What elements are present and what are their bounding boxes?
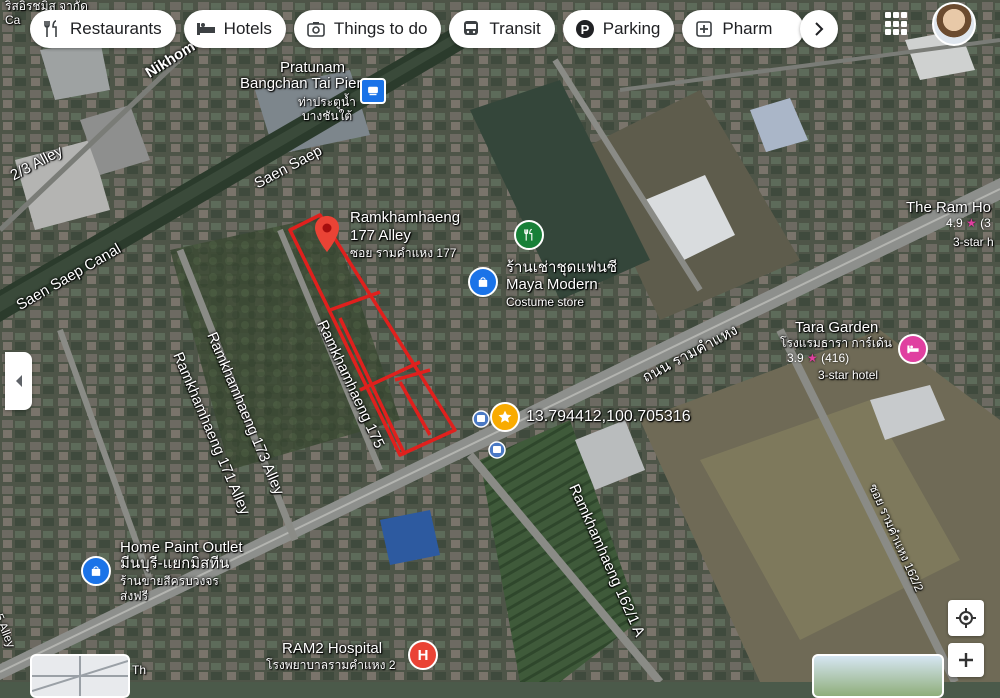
chip-parking[interactable]: P Parking <box>562 10 675 48</box>
shopping-bag-icon[interactable] <box>468 267 498 297</box>
place-ram-hotel[interactable]: The Ram Ho <box>906 199 991 217</box>
parking-icon: P <box>575 20 594 38</box>
ram-hotel-count: (3 <box>980 216 991 230</box>
shopping-bag-icon[interactable] <box>81 556 111 586</box>
hotel-pin-icon[interactable] <box>898 334 928 364</box>
svg-text:P: P <box>580 22 589 37</box>
tara-rating: 3.9 <box>787 351 804 365</box>
place-hospital[interactable]: RAM2 Hospital <box>282 640 382 658</box>
chip-things-to-do[interactable]: Things to do <box>293 10 442 48</box>
transit-stop-icon[interactable] <box>472 410 490 433</box>
my-location-button[interactable] <box>948 600 984 636</box>
coordinates-label[interactable]: 13.794412,100.705316 <box>526 408 691 426</box>
pharmacy-icon <box>696 21 713 37</box>
pier-label-en-2: Bangchan Tai Pier <box>240 75 362 92</box>
my-location-icon <box>956 608 976 628</box>
category-chips: Restaurants Hotels Things to do Transit … <box>30 10 805 48</box>
place-maya-en[interactable]: Maya Modern <box>506 276 598 294</box>
chip-label: Hotels <box>223 19 272 38</box>
alley-label-177-2: 177 Alley <box>350 227 411 244</box>
hospital-pin-icon[interactable]: H <box>408 640 438 670</box>
place-maya-th[interactable]: ร้านเช่าชุดแฟนซี <box>506 259 617 277</box>
restaurant-pin-icon[interactable] <box>514 220 544 250</box>
chip-restaurants[interactable]: Restaurants <box>30 10 176 48</box>
tara-rating-row: 3.9 ★ (416) <box>787 351 849 365</box>
tara-class: 3-star hotel <box>818 368 879 382</box>
bed-icon <box>196 23 215 35</box>
alley-label-177-1: Ramkhamhaeng <box>350 209 461 226</box>
chip-label: Parking <box>602 19 661 38</box>
fork-knife-icon <box>44 20 57 37</box>
chip-label: Transit <box>489 19 541 38</box>
chips-more-button[interactable] <box>800 10 838 48</box>
avatar[interactable] <box>932 2 976 46</box>
place-hospital-th: โรงพยาบาลรามคำแหง 2 <box>266 658 396 672</box>
alley-label-177-th: ซอย รามคำแหง 177 <box>350 246 457 260</box>
place-maya-category: Costume store <box>506 295 585 309</box>
star-icon: ★ <box>807 351 818 365</box>
star-icon: ★ <box>966 216 977 230</box>
chevron-left-icon <box>15 375 22 387</box>
chip-label: Restaurants <box>70 19 162 38</box>
partial-place-label-2: Ca <box>5 13 21 27</box>
chip-hotels[interactable]: Hotels <box>183 10 286 48</box>
transit-pier-icon[interactable] <box>360 78 386 104</box>
place-tara-garden-th: โรงแรมธารา การ์เด้น <box>780 336 892 350</box>
camera-icon <box>307 22 325 37</box>
chip-label: Pharm <box>722 19 773 38</box>
pier-label-th-2: บางชันใต้ <box>302 109 353 123</box>
chevron-right-icon <box>815 22 824 36</box>
zoom-in-button[interactable] <box>948 643 984 677</box>
plus-icon <box>959 653 973 667</box>
place-home-paint-th-1: มีนบุรี-แยกมิสทีน <box>120 555 230 572</box>
chip-label: Things to do <box>333 19 428 38</box>
place-home-paint-th-2: ร้านขายสีครบวงจร <box>120 574 219 588</box>
location-pin-icon[interactable] <box>314 216 340 257</box>
tara-count: (416) <box>821 351 850 365</box>
collapse-panel-button[interactable] <box>5 352 32 410</box>
ram-hotel-class: 3-star h <box>953 235 994 249</box>
place-home-paint-th-3: ส่งฟรี <box>120 589 149 603</box>
street-label-bottom: Th <box>132 663 147 677</box>
bus-icon <box>464 21 479 35</box>
place-tara-garden[interactable]: Tara Garden <box>795 319 878 337</box>
apps-grid-icon[interactable] <box>885 12 909 36</box>
ram-hotel-rating: 4.9 <box>946 216 963 230</box>
transit-stop-icon[interactable] <box>488 441 506 464</box>
pier-label-th-1: ท่าประตูน้ำ <box>298 95 356 109</box>
chip-transit[interactable]: Transit <box>449 10 555 48</box>
star-pin-icon[interactable] <box>490 402 520 432</box>
ram-hotel-rating-row: 4.9 ★ (3 <box>946 216 991 230</box>
chip-pharmacy[interactable]: Pharm <box>682 10 805 48</box>
map-layer-thumbnail[interactable] <box>30 654 130 698</box>
street-view-thumbnail[interactable] <box>812 654 944 698</box>
